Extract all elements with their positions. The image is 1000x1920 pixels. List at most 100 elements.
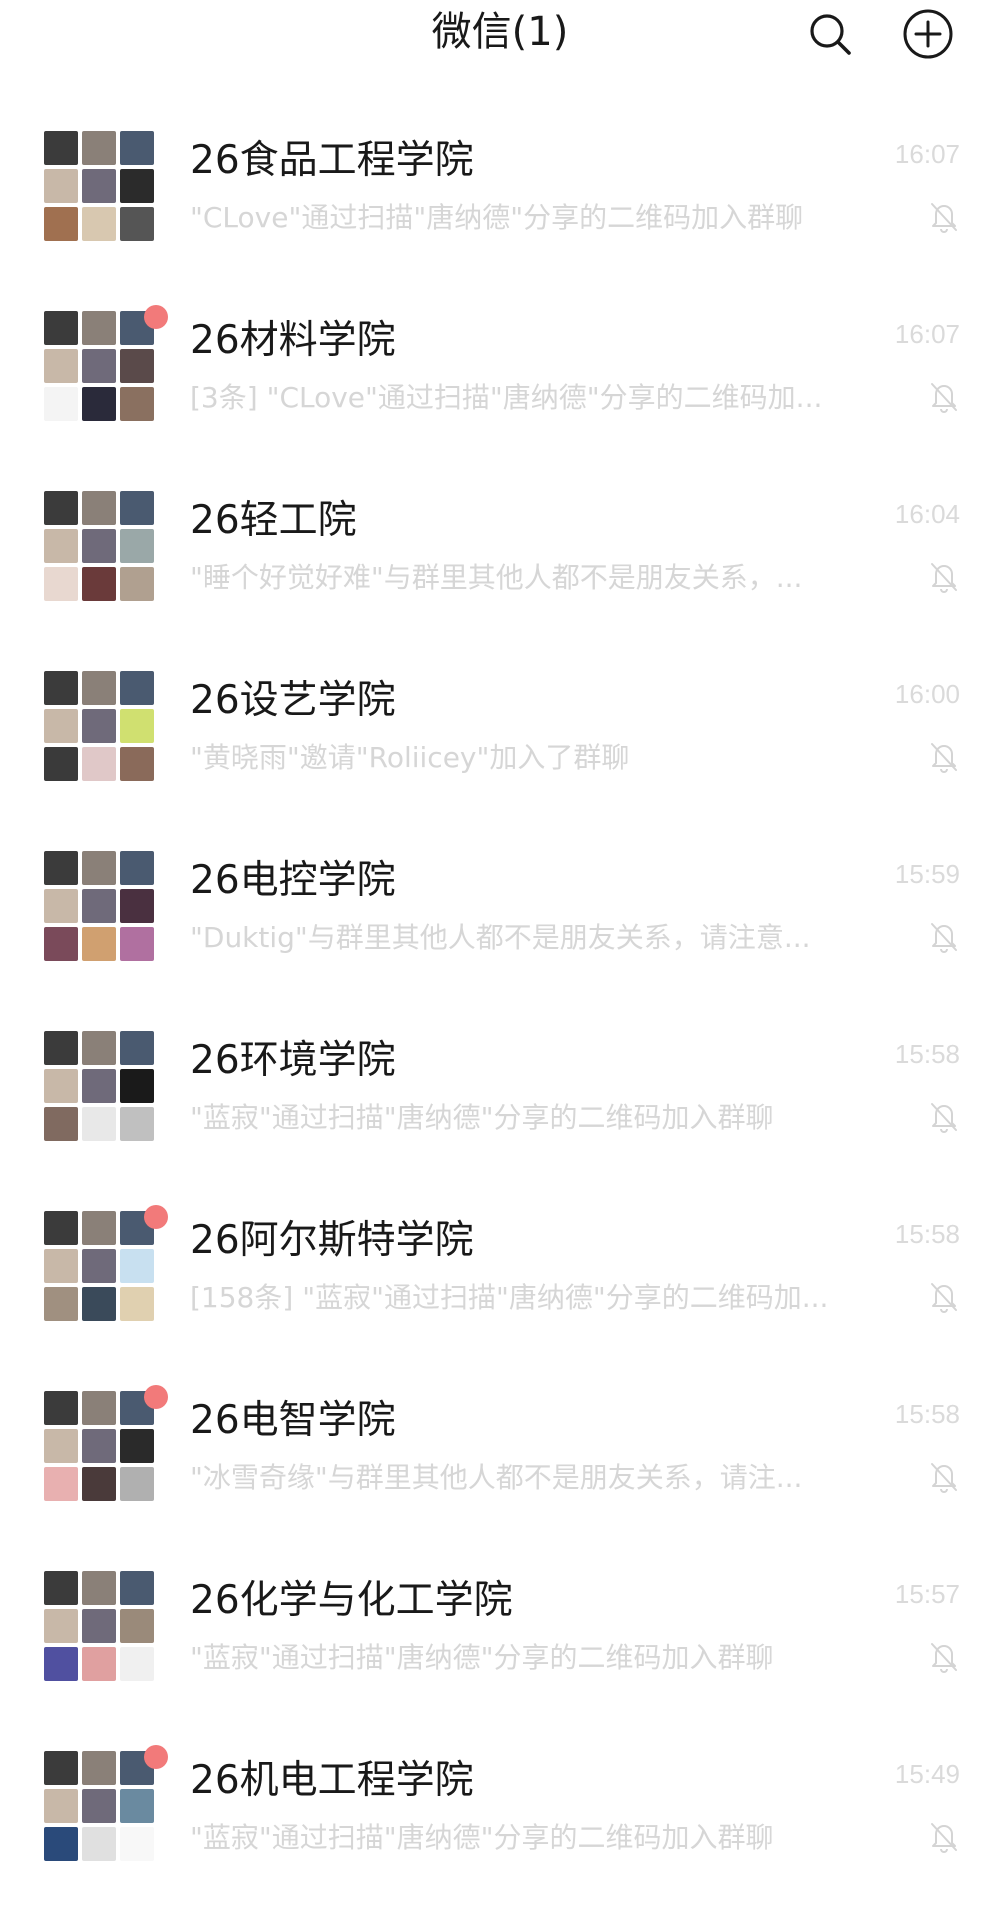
- unread-dot: [144, 1385, 168, 1409]
- avatar-tile: [120, 207, 154, 241]
- chat-time: 16:00: [894, 679, 960, 709]
- group-avatar: [44, 1571, 154, 1681]
- avatar-tile: [82, 1391, 116, 1425]
- avatar-tile: [82, 1249, 116, 1283]
- avatar-tile: [120, 349, 154, 383]
- avatar-tile: [120, 1571, 154, 1605]
- avatar-tile: [82, 1647, 116, 1681]
- avatar-tile: [82, 387, 116, 421]
- chat-preview: [3条] "CLove"通过扫描"唐纳德"分享的二维码加...: [190, 381, 823, 414]
- avatar-tile: [44, 889, 78, 923]
- avatar-tile: [120, 671, 154, 705]
- unread-dot: [144, 1205, 168, 1229]
- group-avatar: [44, 851, 154, 961]
- avatar-tile: [120, 1609, 154, 1643]
- avatar-tile: [82, 747, 116, 781]
- chat-row[interactable]: 26机电工程学院 15:49 "蓝寂"通过扫描"唐纳德"分享的二维码加入群聊: [0, 1735, 1000, 1915]
- avatar-tile: [82, 1069, 116, 1103]
- avatar-tile: [44, 491, 78, 525]
- avatar-tile: [82, 1287, 116, 1321]
- chat-name: 26食品工程学院: [190, 138, 474, 183]
- avatar-tile: [120, 1031, 154, 1065]
- chat-time: 16:07: [894, 139, 960, 169]
- avatar-tile: [44, 1647, 78, 1681]
- chat-row[interactable]: 26轻工院 16:04 "睡个好觉好难"与群里其他人都不是朋友关系，...: [0, 475, 1000, 655]
- mute-bell-icon: [926, 198, 962, 234]
- avatar-tile: [120, 747, 154, 781]
- avatar-tile: [82, 709, 116, 743]
- chat-time: 16:07: [894, 319, 960, 349]
- chat-name: 26轻工院: [190, 498, 357, 543]
- avatar-tile: [82, 1107, 116, 1141]
- avatar-tile: [44, 1751, 78, 1785]
- chat-time: 15:58: [894, 1399, 960, 1429]
- avatar-tile: [120, 387, 154, 421]
- avatar-tile: [44, 1827, 78, 1861]
- chat-preview: "冰雪奇缘"与群里其他人都不是朋友关系，请注...: [190, 1461, 803, 1494]
- chat-row[interactable]: 26材料学院 16:07 [3条] "CLove"通过扫描"唐纳德"分享的二维码…: [0, 295, 1000, 475]
- avatar-tile: [82, 207, 116, 241]
- avatar-tile: [44, 1031, 78, 1065]
- mute-bell-icon: [926, 738, 962, 774]
- chat-time: 15:58: [894, 1219, 960, 1249]
- chat-name: 26电控学院: [190, 858, 396, 903]
- mute-bell-icon: [926, 1458, 962, 1494]
- chat-name: 26机电工程学院: [190, 1758, 474, 1803]
- plus-circle-icon[interactable]: [902, 8, 954, 60]
- avatar-tile: [44, 1571, 78, 1605]
- chat-time: 15:59: [894, 859, 960, 889]
- chat-list: 26食品工程学院 16:07 "CLove"通过扫描"唐纳德"分享的二维码加入群…: [0, 115, 1000, 1915]
- avatar-tile: [82, 169, 116, 203]
- chat-preview: "Duktig"与群里其他人都不是朋友关系，请注意...: [190, 921, 811, 954]
- avatar-tile: [44, 567, 78, 601]
- chat-name: 26化学与化工学院: [190, 1578, 513, 1623]
- avatar-tile: [44, 349, 78, 383]
- avatar-tile: [120, 567, 154, 601]
- group-avatar: [44, 1751, 154, 1861]
- avatar-tile: [120, 709, 154, 743]
- avatar-tile: [82, 889, 116, 923]
- avatar-tile: [44, 311, 78, 345]
- avatar-tile: [82, 1211, 116, 1245]
- avatar-tile: [82, 1467, 116, 1501]
- avatar-tile: [120, 1789, 154, 1823]
- chat-preview: "蓝寂"通过扫描"唐纳德"分享的二维码加入群聊: [190, 1101, 774, 1134]
- avatar-tile: [120, 889, 154, 923]
- avatar-tile: [120, 1287, 154, 1321]
- avatar-tile: [82, 927, 116, 961]
- search-icon[interactable]: [804, 8, 856, 60]
- avatar-tile: [44, 1287, 78, 1321]
- app-header: 微信(1): [0, 0, 1000, 70]
- avatar-tile: [44, 1467, 78, 1501]
- group-avatar: [44, 1391, 154, 1501]
- mute-bell-icon: [926, 1098, 962, 1134]
- avatar-tile: [44, 387, 78, 421]
- avatar-tile: [44, 1391, 78, 1425]
- avatar-tile: [82, 1429, 116, 1463]
- avatar-tile: [82, 349, 116, 383]
- chat-name: 26环境学院: [190, 1038, 396, 1083]
- mute-bell-icon: [926, 378, 962, 414]
- group-avatar: [44, 671, 154, 781]
- chat-row[interactable]: 26设艺学院 16:00 "黄晓雨"邀请"Roliicey"加入了群聊: [0, 655, 1000, 835]
- avatar-tile: [82, 131, 116, 165]
- chat-preview: [158条] "蓝寂"通过扫描"唐纳德"分享的二维码加...: [190, 1281, 829, 1314]
- avatar-tile: [44, 1107, 78, 1141]
- avatar-tile: [120, 529, 154, 563]
- avatar-tile: [82, 311, 116, 345]
- group-avatar: [44, 491, 154, 601]
- chat-row[interactable]: 26化学与化工学院 15:57 "蓝寂"通过扫描"唐纳德"分享的二维码加入群聊: [0, 1555, 1000, 1735]
- chat-row[interactable]: 26环境学院 15:58 "蓝寂"通过扫描"唐纳德"分享的二维码加入群聊: [0, 1015, 1000, 1195]
- avatar-tile: [120, 1429, 154, 1463]
- chat-row[interactable]: 26电控学院 15:59 "Duktig"与群里其他人都不是朋友关系，请注意..…: [0, 835, 1000, 1015]
- group-avatar: [44, 1031, 154, 1141]
- avatar-tile: [120, 169, 154, 203]
- avatar-tile: [82, 851, 116, 885]
- avatar-tile: [120, 1069, 154, 1103]
- avatar-tile: [44, 1069, 78, 1103]
- chat-row[interactable]: 26电智学院 15:58 "冰雪奇缘"与群里其他人都不是朋友关系，请注...: [0, 1375, 1000, 1555]
- mute-bell-icon: [926, 918, 962, 954]
- chat-row[interactable]: 26阿尔斯特学院 15:58 [158条] "蓝寂"通过扫描"唐纳德"分享的二维…: [0, 1195, 1000, 1375]
- chat-row[interactable]: 26食品工程学院 16:07 "CLove"通过扫描"唐纳德"分享的二维码加入群…: [0, 115, 1000, 295]
- chat-time: 15:58: [894, 1039, 960, 1069]
